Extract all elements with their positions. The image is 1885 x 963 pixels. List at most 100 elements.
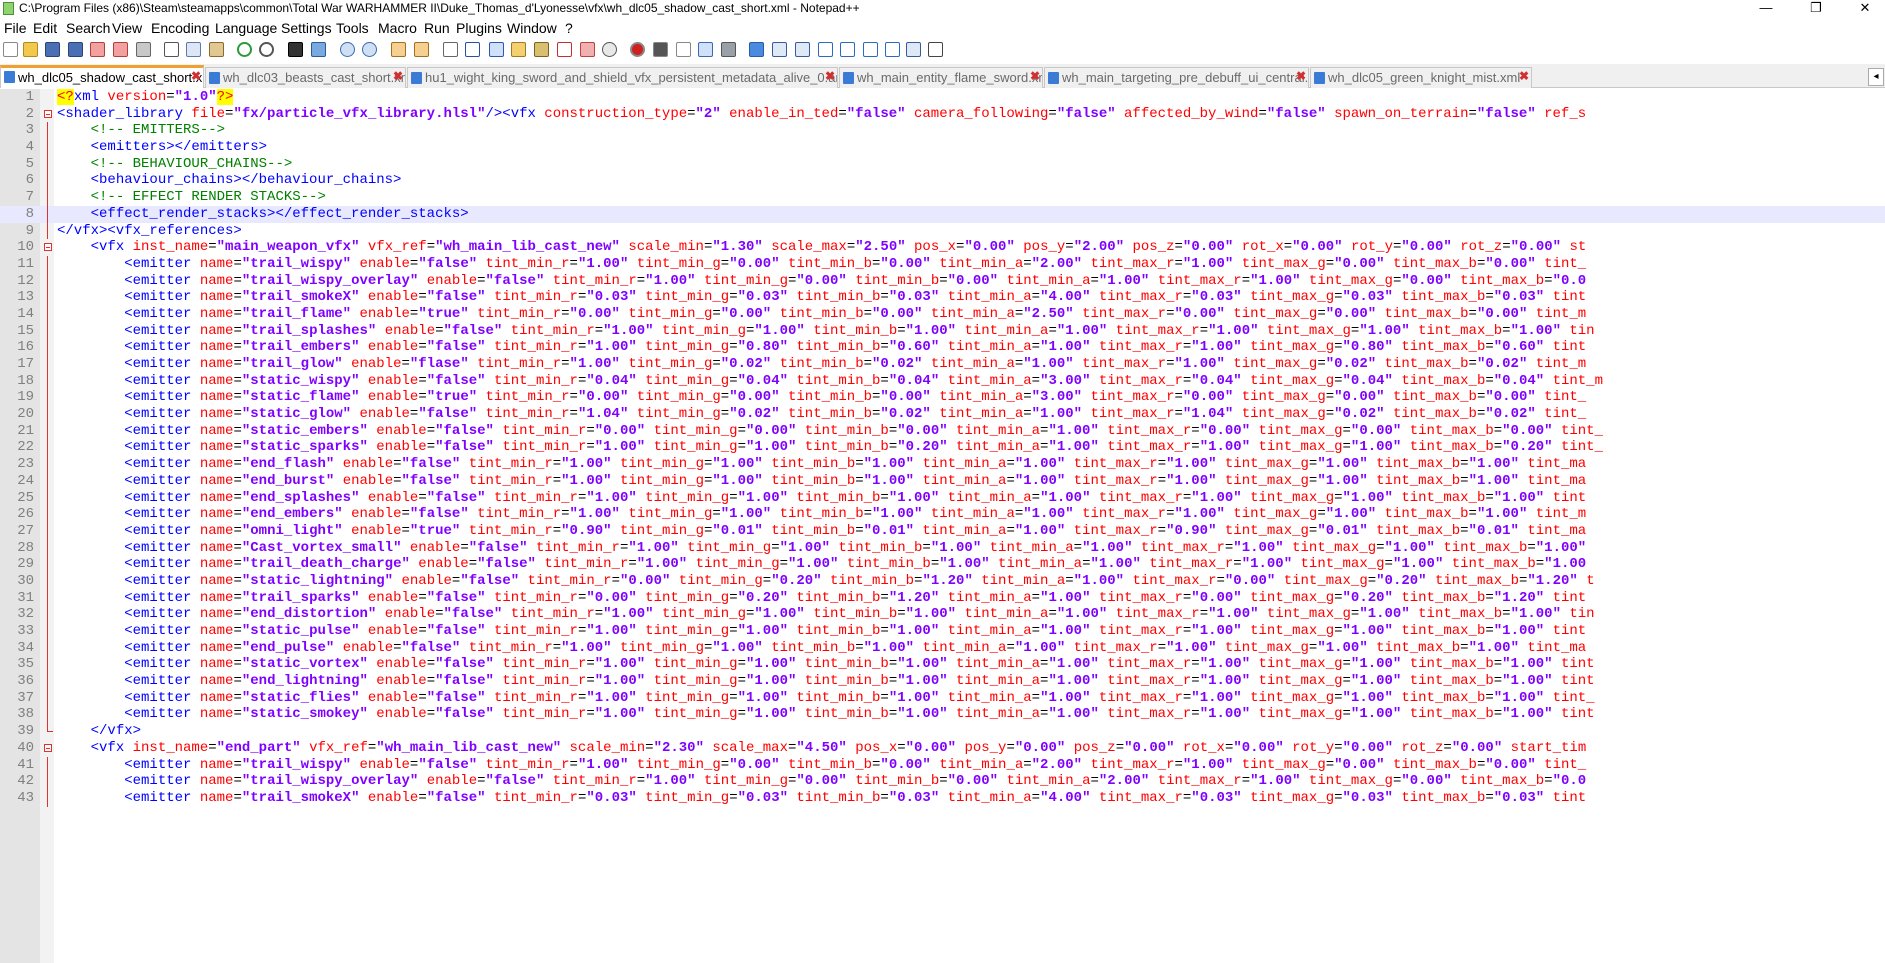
code-editor[interactable]: 1 <?xml version="1.0"?> 2 <shader_library f… [0,89,1885,963]
menu-encoding[interactable]: Encoding [151,20,209,36]
code-line[interactable]: 8 <effect_render_stacks></effect_render_… [0,205,1885,223]
code-line[interactable]: 2 <shader_library file = "fx/particle_vfx_l… [0,106,1885,123]
close-icon[interactable] [90,42,105,57]
tab-close-icon[interactable]: ✖ [1519,69,1529,83]
compare-up-icon[interactable] [863,42,878,57]
code-line[interactable]: 5 <!-- BEHAVIOUR_CHAINS--> [0,155,1885,173]
fold-toggle-icon[interactable] [44,243,52,252]
code-line[interactable]: 20 <emitter name="static_glow" enable="f… [0,406,1885,423]
tab-wh-dlc05-shadow-cast-short[interactable]: wh_dlc05_shadow_cast_short.xml ✖ [0,65,204,88]
code-line[interactable]: 19 <emitter name="static_flame" enable="… [0,389,1885,407]
word-wrap-icon[interactable] [443,42,458,57]
code-line[interactable]: 12 <emitter name="trail_wispy_overlay" e… [0,272,1885,290]
monitor-eye-icon[interactable] [602,42,617,57]
code-line[interactable]: 9 </vfx><vfx_references> [0,222,1885,240]
open-file-icon[interactable] [23,42,38,57]
compare-icon[interactable] [772,42,787,57]
code-line[interactable]: 40 <vfx inst_name="end_part" vfx_ref="wh… [0,740,1885,757]
tab-wh-dlc05-green-knight-mist[interactable]: wh_dlc05_green_knight_mist.xml ✖ [1310,67,1532,88]
run-macro-multiple-icon[interactable] [698,42,713,57]
menu-run[interactable]: Run [424,20,450,36]
compare-next-icon[interactable] [818,42,833,57]
diff-icon[interactable] [795,42,810,57]
paste-icon[interactable] [209,42,224,57]
compare-list-icon[interactable] [906,42,921,57]
menu-search[interactable]: Search [66,20,110,36]
save-macro-icon[interactable] [721,42,736,57]
doc-map-icon[interactable] [534,42,549,57]
code-line[interactable]: 37 <emitter name="static_flies" enable="… [0,689,1885,707]
find-icon[interactable] [288,42,303,57]
menu-help[interactable]: ? [565,20,573,36]
play-macro-icon[interactable] [676,42,691,57]
code-line[interactable]: 11 <emitter name="trail_wispy" enable="f… [0,255,1885,273]
stop-record-icon[interactable] [653,42,668,57]
code-line[interactable]: 25 <emitter name="end_splashes" enable="… [0,489,1885,507]
code-line[interactable]: 35 <emitter name="static_vortex" enable=… [0,656,1885,674]
code-line[interactable]: 34 <emitter name="end_pulse" enable="fal… [0,639,1885,657]
menu-window[interactable]: Window [507,20,557,36]
code-line[interactable]: 23 <emitter name="end_flash" enable="fal… [0,456,1885,473]
tab-wh-dlc03-beasts-cast-short[interactable]: wh_dlc03_beasts_cast_short.xml ✖ [205,67,406,88]
code-line[interactable]: 14 <emitter name="trail_flame" enable="t… [0,305,1885,323]
run-icon[interactable] [749,42,764,57]
code-line[interactable]: 32 <emitter name="end_distortion" enable… [0,606,1885,623]
menu-settings[interactable]: Settings [281,20,332,36]
code-line[interactable]: 39 </vfx> [0,723,1885,740]
code-line[interactable]: 31 <emitter name="trail_sparks" enable="… [0,589,1885,607]
code-line[interactable]: 7 <!-- EFFECT RENDER STACKS--> [0,189,1885,206]
code-line[interactable]: 16 <emitter name="trail_embers" enable="… [0,339,1885,356]
code-line[interactable]: 13 <emitter name="trail_smokeX" enable="… [0,289,1885,306]
code-line[interactable]: 43 <emitter name="trail_smokeX" enable="… [0,789,1885,807]
sync-horizontal-icon[interactable] [414,42,429,57]
code-line[interactable]: 36 <emitter name="end_lightning" enable=… [0,673,1885,690]
close-window-button[interactable]: ✕ [1845,0,1885,18]
tab-close-icon[interactable]: ✖ [191,69,201,83]
replace-icon[interactable] [311,42,326,57]
code-line[interactable]: 38 <emitter name="static_smokey" enable=… [0,706,1885,724]
code-line[interactable]: 26 <emitter name="end_embers" enable="fa… [0,506,1885,523]
code-line[interactable]: 4 <emitters></emitters> [0,139,1885,156]
tab-close-icon[interactable]: ✖ [825,69,835,83]
redo-icon[interactable] [259,42,274,57]
code-line[interactable]: 21 <emitter name="static_embers" enable=… [0,422,1885,440]
fold-toggle-icon[interactable] [44,743,52,752]
maximize-button[interactable]: ❐ [1796,0,1836,18]
save-all-icon[interactable] [68,42,83,57]
menu-file[interactable]: File [4,20,27,36]
zoom-out-icon[interactable] [362,42,377,57]
menu-view[interactable]: View [112,20,142,36]
fold-toggle-icon[interactable] [44,109,52,118]
show-all-chars-icon[interactable] [465,42,480,57]
function-list-icon[interactable] [557,42,572,57]
tab-scroll-left-button[interactable]: ◂ [1868,68,1884,86]
tab-hu1-wight-king-anm-meta[interactable]: hu1_wight_king_sword_and_shield_vfx_pers… [407,67,838,88]
sync-vertical-icon[interactable] [391,42,406,57]
cut-icon[interactable] [164,42,179,57]
code-line[interactable]: 27 <emitter name="omni_light" enable="tr… [0,522,1885,540]
code-line[interactable]: 24 <emitter name="end_burst" enable="fal… [0,472,1885,490]
code-line[interactable]: 42 <emitter name="trail_wispy_overlay" e… [0,773,1885,790]
code-line[interactable]: 18 <emitter name="static_wispy" enable="… [0,372,1885,390]
menu-edit[interactable]: Edit [33,20,57,36]
html-tag-icon[interactable] [928,42,943,57]
tab-wh-main-entity-flame-sword[interactable]: wh_main_entity_flame_sword.xml ✖ [839,67,1043,88]
tab-wh-main-targeting-pre-debuff[interactable]: wh_main_targeting_pre_debuff_ui_central.… [1044,67,1309,88]
code-line[interactable]: 10 <vfx inst_name="main_weapon_vfx" vfx_… [0,239,1885,256]
code-line[interactable]: 22 <emitter name="static_sparks" enable=… [0,439,1885,457]
minimize-button[interactable]: — [1746,0,1786,18]
code-line[interactable]: 3 <!-- EMITTERS--> [0,122,1885,140]
compare-down-icon[interactable] [885,42,900,57]
copy-icon[interactable] [186,42,201,57]
new-file-icon[interactable] [3,42,18,57]
code-line[interactable]: 29 <emitter name="trail_death_charge" en… [0,556,1885,573]
record-macro-icon[interactable] [630,42,645,57]
save-icon[interactable] [45,42,60,57]
zoom-in-icon[interactable] [340,42,355,57]
menu-language[interactable]: Language [215,20,277,36]
print-icon[interactable] [136,42,151,57]
tab-close-icon[interactable]: ✖ [393,69,403,83]
code-line[interactable]: 15 <emitter name="trail_splashes" enable… [0,322,1885,340]
code-line[interactable]: 28 <emitter name="Cast_vortex_small" ena… [0,539,1885,557]
code-line[interactable]: 6 <behaviour_chains></behaviour_chains> [0,172,1885,190]
